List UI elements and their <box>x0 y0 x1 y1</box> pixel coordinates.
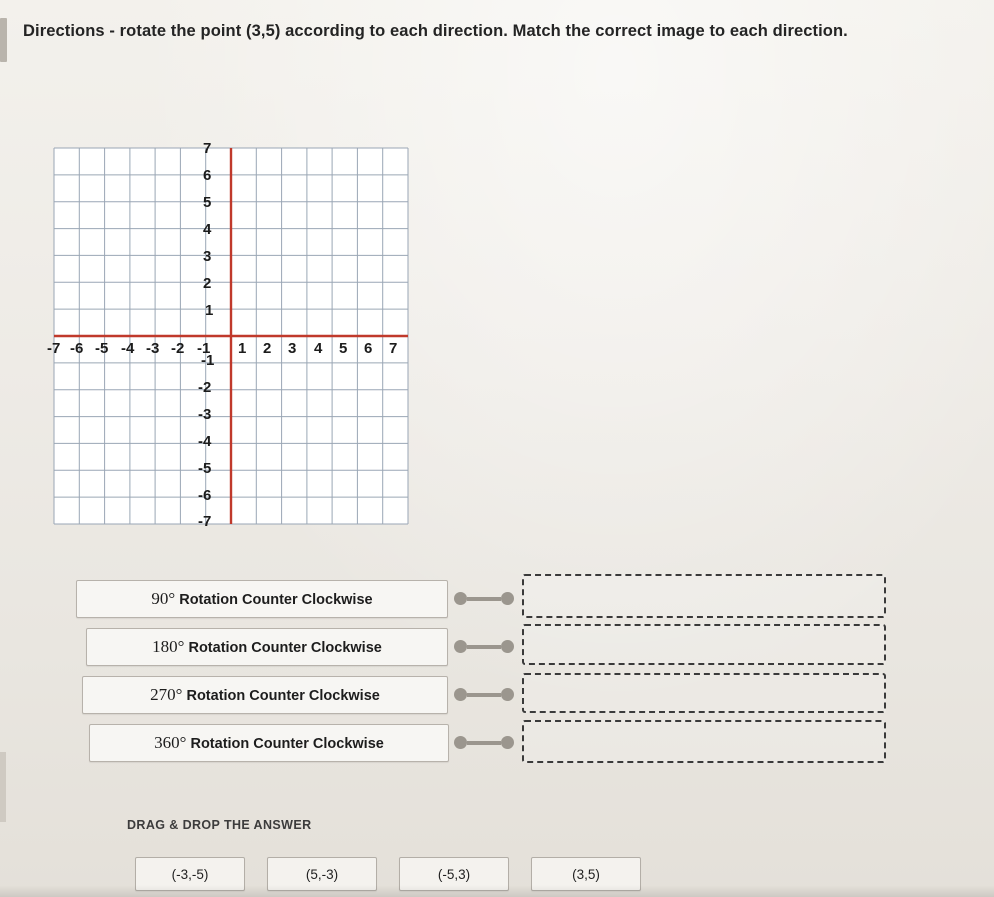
y-tick-5: 5 <box>203 194 212 211</box>
y-tick-7: 7 <box>203 140 212 157</box>
drop-target-180[interactable] <box>522 624 886 665</box>
prompt-360-label: Rotation Counter Clockwise <box>190 736 384 752</box>
directions-text: Directions - rotate the point (3,5) acco… <box>23 22 848 40</box>
connector-dot-left-360[interactable] <box>454 736 467 749</box>
y-tick-1: 1 <box>205 302 214 319</box>
prompt-90-text: 90° Rotation Counter Clockwise <box>151 589 372 609</box>
y-tick-neg7: -7 <box>198 513 212 530</box>
connector-line-180 <box>467 644 501 649</box>
x-tick-neg7: -7 <box>47 340 61 357</box>
prompt-270-rotation[interactable]: 270° Rotation Counter Clockwise <box>82 676 448 714</box>
drop-target-360[interactable] <box>522 720 886 763</box>
answer-chip-4[interactable]: (3,5) <box>531 857 641 891</box>
x-tick-2: 2 <box>263 340 272 357</box>
x-tick-neg3: -3 <box>146 340 160 357</box>
y-tick-neg3: -3 <box>198 406 212 423</box>
x-tick-neg2: -2 <box>171 340 185 357</box>
answer-chip-1[interactable]: (-3,-5) <box>135 857 245 891</box>
x-tick-neg6: -6 <box>70 340 84 357</box>
match-row: 180° Rotation Counter Clockwise <box>0 618 994 666</box>
drop-target-270[interactable] <box>522 673 886 713</box>
connector-dot-right-180[interactable] <box>501 640 514 653</box>
match-row: 90° Rotation Counter Clockwise <box>0 570 994 618</box>
match-question-area: 90° Rotation Counter Clockwise 180° Rotati… <box>0 570 994 763</box>
prompt-180-text: 180° Rotation Counter Clockwise <box>152 637 382 657</box>
drag-drop-heading: DRAG & DROP THE ANSWER <box>127 818 312 832</box>
x-tick-7: 7 <box>389 340 398 357</box>
prompt-270-text: 270° Rotation Counter Clockwise <box>150 685 380 705</box>
connector-dot-left-270[interactable] <box>454 688 467 701</box>
prompt-90-rotation[interactable]: 90° Rotation Counter Clockwise <box>76 580 448 618</box>
connector-line-270 <box>467 692 501 697</box>
answer-chip-2[interactable]: (5,-3) <box>267 857 377 891</box>
y-tick-3: 3 <box>203 248 212 265</box>
connector-line-360 <box>467 740 501 745</box>
x-tick-6: 6 <box>364 340 373 357</box>
y-tick-6: 6 <box>203 167 212 184</box>
connector-dot-left-180[interactable] <box>454 640 467 653</box>
connector-dot-right-270[interactable] <box>501 688 514 701</box>
y-tick-neg6: -6 <box>198 487 212 504</box>
prompt-270-degree: 270° <box>150 685 183 704</box>
prompt-270-label: Rotation Counter Clockwise <box>186 688 380 704</box>
x-tick-neg4: -4 <box>121 340 135 357</box>
x-tick-neg5: -5 <box>95 340 109 357</box>
y-tick-neg5: -5 <box>198 460 212 477</box>
x-tick-3: 3 <box>288 340 297 357</box>
prompt-180-degree: 180° <box>152 637 185 656</box>
left-edge-marker <box>0 18 7 62</box>
prompt-360-degree: 360° <box>154 733 187 752</box>
y-tick-4: 4 <box>203 221 212 238</box>
x-tick-1: 1 <box>238 340 247 357</box>
drop-target-90[interactable] <box>522 574 886 618</box>
prompt-180-label: Rotation Counter Clockwise <box>188 640 382 656</box>
connector-180[interactable] <box>454 640 514 653</box>
match-row: 270° Rotation Counter Clockwise <box>0 666 994 714</box>
connector-90[interactable] <box>454 592 514 605</box>
x-tick-4: 4 <box>314 340 323 357</box>
coordinate-grid-graph: 7 6 5 4 3 2 1 -1 -2 -3 -4 -5 -6 -7 -7 -6… <box>46 140 416 532</box>
connector-360[interactable] <box>454 736 514 749</box>
prompt-360-rotation[interactable]: 360° Rotation Counter Clockwise <box>89 724 449 762</box>
y-tick-2: 2 <box>203 275 212 292</box>
connector-line-90 <box>467 596 501 601</box>
connector-270[interactable] <box>454 688 514 701</box>
answer-bank: (-3,-5) (5,-3) (-5,3) (3,5) <box>135 857 641 891</box>
graph-tick-labels: 7 6 5 4 3 2 1 -1 -2 -3 -4 -5 -6 -7 -7 -6… <box>46 140 416 532</box>
match-row: 360° Rotation Counter Clockwise <box>0 714 994 763</box>
connector-dot-left-90[interactable] <box>454 592 467 605</box>
prompt-180-rotation[interactable]: 180° Rotation Counter Clockwise <box>86 628 448 666</box>
y-tick-neg2: -2 <box>198 379 212 396</box>
connector-dot-right-360[interactable] <box>501 736 514 749</box>
x-tick-5: 5 <box>339 340 348 357</box>
connector-dot-right-90[interactable] <box>501 592 514 605</box>
prompt-90-degree: 90° <box>151 589 176 608</box>
answer-chip-3[interactable]: (-5,3) <box>399 857 509 891</box>
y-tick-neg4: -4 <box>198 433 212 450</box>
prompt-360-text: 360° Rotation Counter Clockwise <box>154 733 384 753</box>
left-edge-marker-lower <box>0 752 6 822</box>
prompt-90-label: Rotation Counter Clockwise <box>179 592 373 608</box>
x-tick-neg1: -1 <box>197 340 211 357</box>
